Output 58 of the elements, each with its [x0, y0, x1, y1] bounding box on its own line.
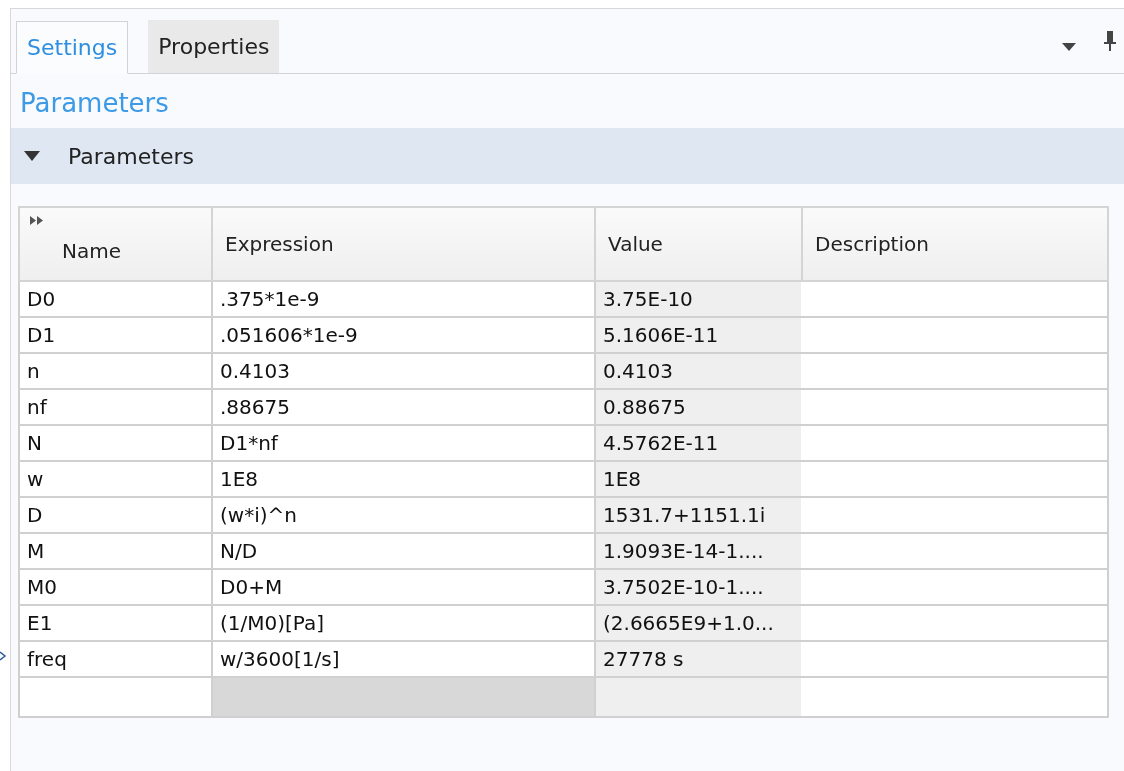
column-header[interactable]: Name — [19, 207, 212, 281]
table-cell: 1E8 — [595, 461, 802, 497]
table-cell: 27778 s — [595, 641, 802, 677]
table-cell[interactable] — [802, 389, 1108, 425]
table-cell[interactable]: n — [19, 353, 212, 389]
table-cell: 3.75E-10 — [595, 281, 802, 317]
table-cell[interactable]: .88675 — [212, 389, 595, 425]
table-cell[interactable]: nf — [19, 389, 212, 425]
table-cell[interactable]: D — [19, 497, 212, 533]
table-cell[interactable]: .375*1e-9 — [212, 281, 595, 317]
table-cell[interactable] — [802, 281, 1108, 317]
pin-icon[interactable] — [1104, 31, 1116, 51]
table-cell[interactable] — [802, 461, 1108, 497]
table-cell[interactable] — [802, 641, 1108, 677]
column-header[interactable]: Description — [802, 207, 1108, 281]
table-cell[interactable] — [802, 425, 1108, 461]
table-cell[interactable] — [19, 677, 212, 717]
table-cell[interactable]: E1 — [19, 605, 212, 641]
table-cell[interactable]: D1*nf — [212, 425, 595, 461]
table-cell[interactable] — [802, 317, 1108, 353]
table-cell[interactable]: D0+M — [212, 569, 595, 605]
table-cell[interactable] — [802, 353, 1108, 389]
table-cell[interactable]: 0.4103 — [212, 353, 595, 389]
table-cell[interactable]: freq — [19, 641, 212, 677]
table-cell: 0.4103 — [595, 353, 802, 389]
table-cell: (2.6665E9+1.0... — [595, 605, 802, 641]
table-cell[interactable]: N/D — [212, 533, 595, 569]
table-cell[interactable] — [802, 605, 1108, 641]
section-title: Parameters — [68, 143, 194, 169]
panel-heading: Parameters — [19, 87, 170, 120]
tab[interactable]: Properties — [148, 20, 280, 73]
table-cell[interactable] — [802, 497, 1108, 533]
table-cell: 1531.7+1151.1i — [595, 497, 802, 533]
table-cell: 5.1606E-11 — [595, 317, 802, 353]
table-cell: 4.5762E-11 — [595, 425, 802, 461]
table-cell[interactable]: (1/M0)[Pa] — [212, 605, 595, 641]
column-header[interactable]: Expression — [212, 207, 595, 281]
table-cell[interactable] — [212, 677, 595, 717]
column-header[interactable]: Value — [595, 207, 802, 281]
table-cell[interactable]: (w*i)^n — [212, 497, 595, 533]
table-cell[interactable] — [802, 569, 1108, 605]
table-cell[interactable]: N — [19, 425, 212, 461]
table-cell: 1.9093E-14-1.... — [595, 533, 802, 569]
table-cell[interactable]: D1 — [19, 317, 212, 353]
section-header[interactable]: Parameters — [11, 128, 1124, 184]
table-cell[interactable] — [802, 533, 1108, 569]
table-cell[interactable]: w — [19, 461, 212, 497]
table-cell[interactable]: 1E8 — [212, 461, 595, 497]
collapse-icon[interactable] — [24, 151, 40, 161]
table-cell: 0.88675 — [595, 389, 802, 425]
table-cell: 3.7502E-10-1.... — [595, 569, 802, 605]
table-cell[interactable] — [802, 677, 1108, 717]
table-cell[interactable]: M — [19, 533, 212, 569]
table-cell[interactable]: D0 — [19, 281, 212, 317]
dropdown-icon[interactable] — [1062, 43, 1076, 51]
table-cell[interactable]: M0 — [19, 569, 212, 605]
table-cell[interactable]: .051606*1e-9 — [212, 317, 595, 353]
fast-forward-icon[interactable] — [30, 216, 44, 225]
